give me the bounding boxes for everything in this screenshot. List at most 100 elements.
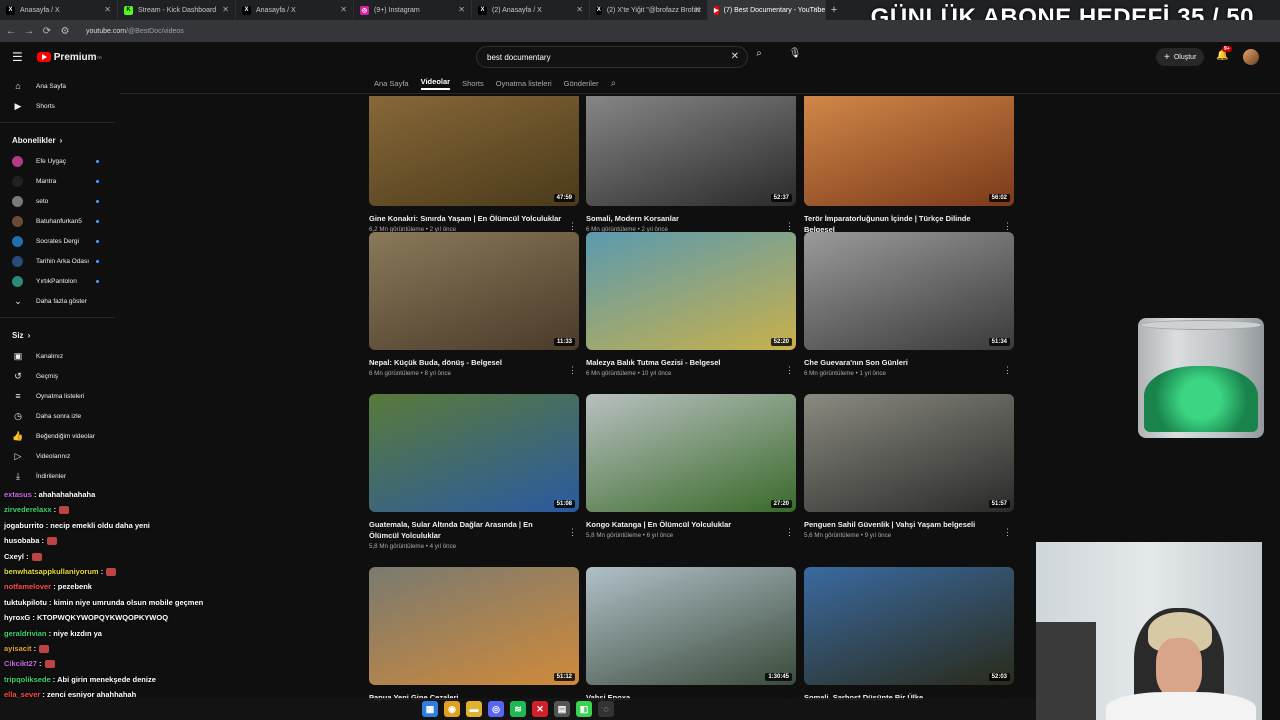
video-title[interactable]: Nepal: Küçük Buda, dönüş - Belgesel (369, 357, 579, 368)
chat-username[interactable]: hyroxG (4, 613, 30, 622)
video-title[interactable]: Somali, Modern Korsanlar (586, 213, 796, 224)
more-options-icon[interactable]: ⋮ (568, 365, 577, 376)
video-thumbnail[interactable]: 52:37 (586, 96, 796, 206)
youtube-logo[interactable]: Premium TR (36, 52, 102, 63)
spotify-icon[interactable]: ≋ (510, 701, 526, 717)
new-tab-icon[interactable]: + (826, 4, 842, 16)
chrome-icon[interactable]: ◉ (444, 701, 460, 717)
sidebar-item-subscription[interactable]: Mantra (0, 171, 115, 191)
video-thumbnail[interactable]: 1:30:45 (586, 567, 796, 685)
calculator-icon[interactable]: ▤ (554, 701, 570, 717)
more-options-icon[interactable]: ⋮ (1003, 221, 1012, 232)
sidebar-item[interactable]: ≡ Oynatma listeleri (0, 386, 115, 406)
sidebar-item[interactable]: ↺ Geçmiş (0, 366, 115, 386)
video-thumbnail[interactable]: 11:33 (369, 232, 579, 350)
discord-icon[interactable]: ◎ (488, 701, 504, 717)
video-card[interactable]: 52:03Somali, Sarhoşt Düşünte Bir Ülke⋮ (804, 567, 1014, 704)
explorer-icon[interactable]: ▬ (466, 701, 482, 717)
video-thumbnail[interactable]: 51:57 (804, 394, 1014, 512)
menu-icon[interactable]: ☰ (12, 50, 23, 64)
video-title[interactable]: Penguen Sahil Güvenlik | Vahşi Yaşam bel… (804, 519, 1014, 530)
account-avatar[interactable] (1243, 49, 1259, 65)
forward-icon[interactable]: → (22, 26, 36, 37)
video-title[interactable]: Gine Konakri: Sınırda Yaşam | En Ölümcül… (369, 213, 579, 224)
more-options-icon[interactable]: ⋮ (568, 527, 577, 538)
you-header[interactable]: Siz › (0, 324, 115, 346)
create-button[interactable]: + Oluştur (1156, 48, 1205, 66)
chat-username[interactable]: geraldrivian (4, 629, 47, 638)
tab-shorts[interactable]: Shorts (462, 79, 484, 88)
video-card[interactable]: 51:12Papua Yeni Gine Cezaleri⋮ (369, 567, 579, 704)
back-icon[interactable]: ← (4, 26, 18, 37)
close-tab-icon[interactable]: ✕ (694, 5, 701, 14)
video-card[interactable]: 47:59 Gine Konakri: Sınırda Yaşam | En Öl… (369, 96, 579, 233)
browser-tab[interactable]: X (2) X'te Yiğit "@brofazz Brofaz ✕ (590, 0, 708, 20)
close-tab-icon[interactable]: ✕ (576, 5, 583, 14)
close-tab-icon[interactable]: ✕ (222, 5, 229, 14)
chat-username[interactable]: husobaba (4, 536, 39, 545)
video-thumbnail[interactable]: 52:03 (804, 567, 1014, 685)
video-card[interactable]: 1:30:45Vahşi Epoxa⋮ (586, 567, 796, 704)
video-thumbnail[interactable]: 52:20 (586, 232, 796, 350)
chat-username[interactable]: Cikcikt27 (4, 659, 37, 668)
show-more-button[interactable]: ⌄ Daha fazla göster (0, 291, 115, 311)
sidebar-item[interactable]: ⌂ Ana Sayfa (0, 76, 115, 96)
reload-icon[interactable]: ⟳ (40, 26, 54, 37)
close-tab-icon[interactable]: ✕ (104, 5, 111, 14)
chat-username[interactable]: jogaburrito (4, 521, 44, 530)
chat-username[interactable]: benwhatsappkullaniyorum (4, 567, 99, 576)
close-tab-icon[interactable]: ✕ (340, 5, 347, 14)
video-card[interactable]: 51:34 Che Guevara'nın Son Günleri ⋮ 6 Mn gö… (804, 232, 1014, 377)
sidebar-item-subscription[interactable]: Socrates Dergi (0, 231, 115, 251)
video-card[interactable]: 52:20 Malezya Balık Tutma Gezisi - Belges… (586, 232, 796, 377)
video-title[interactable]: Malezya Balık Tutma Gezisi - Belgesel (586, 357, 796, 368)
tab-ana-sayfa[interactable]: Ana Sayfa (374, 79, 409, 88)
video-title[interactable]: Kongo Katanga | En Ölümcül Yolculuklar (586, 519, 796, 530)
tab-g-nderiler[interactable]: Gönderiler (564, 79, 599, 88)
browser-tab[interactable]: X Anasayfa / X ✕ (236, 0, 354, 20)
windows-start-icon[interactable]: ▦ (422, 701, 438, 717)
video-thumbnail[interactable]: 51:08 (369, 394, 579, 512)
close-tab-icon[interactable]: ✕ (812, 5, 819, 14)
sidebar-item[interactable]: 👍 Beğendiğim videolar (0, 426, 115, 446)
browser-tab[interactable]: K Stream - Kick Dashboard ✕ (118, 0, 236, 20)
close-tab-icon[interactable]: ✕ (458, 5, 465, 14)
subscriptions-header[interactable]: Abonelikler › (0, 129, 115, 151)
video-card[interactable]: 52:37 Somali, Modern Korsanlar ⋮ 6 Mn görün… (586, 96, 796, 233)
more-options-icon[interactable]: ⋮ (785, 221, 794, 232)
video-card[interactable]: 27:20 Kongo Katanga | En Ölümcül Yolculuk… (586, 394, 796, 539)
chat-username[interactable]: zirvederelaxx (4, 505, 52, 514)
chat-username[interactable]: extasus (4, 490, 32, 499)
chat-username[interactable]: ayisacit (4, 644, 32, 653)
sidebar-item-subscription[interactable]: YırtıkPantolon (0, 271, 115, 291)
video-title[interactable]: Guatemala, Sular Altında Dağlar Arasında… (369, 519, 579, 541)
video-thumbnail[interactable]: 56:02 (804, 96, 1014, 206)
search-icon[interactable]: ⌕ (750, 48, 768, 66)
sidebar-item[interactable]: ▷ Videolarınız (0, 446, 115, 466)
more-options-icon[interactable]: ⋮ (568, 221, 577, 232)
video-card[interactable]: 11:33 Nepal: Küçük Buda, dönüş - Belgesel… (369, 232, 579, 377)
kick-app-icon[interactable]: ◧ (576, 701, 592, 717)
chat-username[interactable]: Cxeyl (4, 552, 24, 561)
chat-username[interactable]: tuktukpilotu (4, 598, 47, 607)
chat-username[interactable]: notfamelover (4, 582, 51, 591)
channel-search-icon[interactable]: ⌕ (611, 78, 617, 89)
video-thumbnail[interactable]: 27:20 (586, 394, 796, 512)
browser-tab[interactable]: ▶ (7) Best Documentary - YouTube ✕ (708, 0, 826, 20)
obs-icon[interactable]: ◌ (598, 701, 614, 717)
x-app-icon[interactable]: ✕ (532, 701, 548, 717)
search-input[interactable]: best documentary ✕ (476, 46, 748, 68)
notifications-icon[interactable]: 🔔 9+ (1216, 46, 1232, 61)
more-options-icon[interactable]: ⋮ (785, 365, 794, 376)
more-options-icon[interactable]: ⋮ (1003, 527, 1012, 538)
chat-username[interactable]: tripqoliksede (4, 675, 51, 684)
tab-videolar[interactable]: Videolar (420, 77, 451, 90)
sidebar-item-subscription[interactable]: Tarihin Arka Odası (0, 251, 115, 271)
video-card[interactable]: 51:57 Penguen Sahil Güvenlik | Vahşi Yaşa… (804, 394, 1014, 539)
site-info-icon[interactable]: ⚙ (58, 26, 72, 37)
browser-tab[interactable]: X Anasayfa / X ✕ (0, 0, 118, 20)
browser-tab[interactable]: ◎ (9+) Instagram ✕ (354, 0, 472, 20)
video-card[interactable]: 51:08 Guatemala, Sular Altında Dağlar Ara… (369, 394, 579, 550)
video-thumbnail[interactable]: 51:12 (369, 567, 579, 685)
video-thumbnail[interactable]: 51:34 (804, 232, 1014, 350)
